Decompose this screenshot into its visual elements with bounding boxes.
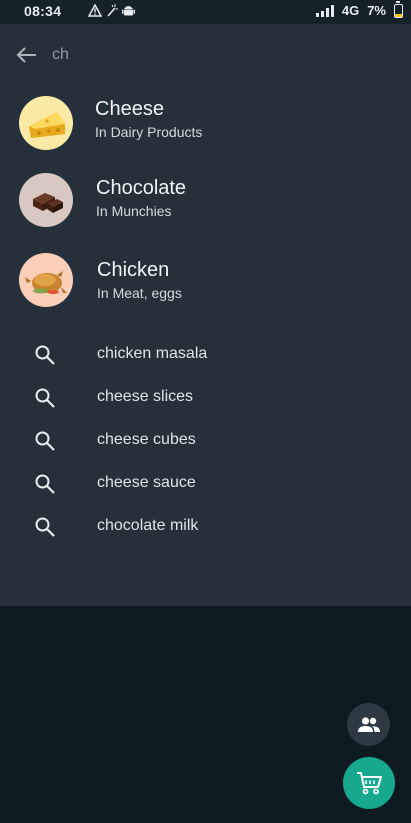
people-button[interactable] xyxy=(347,703,390,746)
suggestion-item[interactable]: chicken masala xyxy=(0,334,411,377)
product-name: Chocolate xyxy=(96,177,187,199)
battery-percent: 7% xyxy=(367,3,386,18)
product-item-cheese[interactable]: Cheese In Dairy Products xyxy=(0,88,411,158)
suggestion-text: chocolate milk xyxy=(97,517,199,534)
suggestion-text: cheese slices xyxy=(97,388,194,405)
search-icon xyxy=(35,388,55,408)
magic-wand-icon xyxy=(107,3,118,17)
product-item-chocolate[interactable]: Chocolate In Munchies xyxy=(0,167,411,237)
notification-icons xyxy=(88,3,135,17)
chicken-image xyxy=(19,253,73,307)
arrow-left-icon xyxy=(16,47,36,63)
product-name: Chicken xyxy=(97,259,170,281)
product-category: In Meat, eggs xyxy=(97,285,182,301)
people-icon xyxy=(357,716,380,732)
back-button[interactable] xyxy=(14,42,40,68)
chocolate-image xyxy=(19,173,73,227)
signal-icon xyxy=(315,4,334,17)
cart-button[interactable] xyxy=(343,757,395,809)
suggestion-item[interactable]: cheese slices xyxy=(0,377,411,420)
status-bar: 08:34 4G 7% xyxy=(0,0,411,24)
app-screen: 08:34 4G 7% ch Cheese In Dairy Products … xyxy=(0,0,411,823)
cart-icon xyxy=(357,772,382,795)
cheese-image xyxy=(19,96,73,150)
search-icon xyxy=(35,474,55,494)
search-panel: Cheese In Dairy Products Chocolate In Mu… xyxy=(0,24,411,606)
warning-icon xyxy=(88,3,102,17)
suggestion-text: chicken masala xyxy=(97,345,208,362)
search-input[interactable] xyxy=(52,42,382,68)
search-icon xyxy=(35,345,55,365)
suggestion-text: cheese cubes xyxy=(97,431,196,448)
suggestion-item[interactable]: cheese cubes xyxy=(0,420,411,463)
battery-icon xyxy=(394,0,403,18)
product-name: Cheese xyxy=(95,98,164,120)
system-icons: 4G 7% xyxy=(315,0,403,18)
suggestion-text: cheese sauce xyxy=(97,474,196,491)
search-bar xyxy=(0,24,411,88)
suggestion-item[interactable]: chocolate milk xyxy=(0,506,411,549)
product-category: In Dairy Products xyxy=(95,124,203,140)
search-icon xyxy=(35,431,55,451)
network-type: 4G xyxy=(341,3,360,18)
product-item-chicken[interactable]: Chicken In Meat, eggs xyxy=(0,249,411,319)
search-icon xyxy=(35,517,55,537)
status-time: 08:34 xyxy=(24,3,62,19)
product-category: In Munchies xyxy=(96,203,172,219)
suggestion-item[interactable]: cheese sauce xyxy=(0,463,411,506)
android-icon xyxy=(122,6,135,16)
